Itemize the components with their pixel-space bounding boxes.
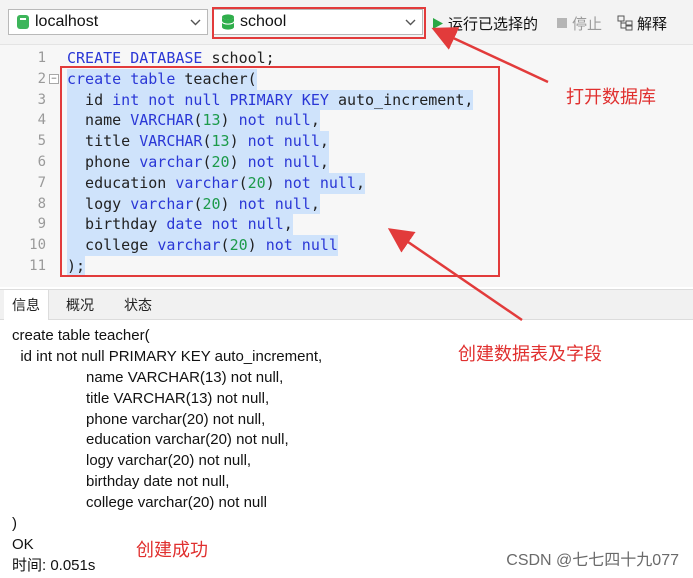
message-line: college varchar(20) not null xyxy=(86,494,267,511)
message-line: education varchar(20) not null, xyxy=(86,431,289,448)
play-icon xyxy=(432,17,444,30)
connection-name: localhost xyxy=(35,13,99,30)
line-number: 1 xyxy=(37,50,46,66)
stop-label: 停止 xyxy=(572,15,603,33)
annotation-open-db: 打开数据库 xyxy=(566,87,656,107)
line-number: 3 xyxy=(37,91,46,108)
stop-button[interactable]: 停止 xyxy=(556,12,602,34)
message-line: phone varchar(20) not null, xyxy=(86,411,266,428)
tab-profile[interactable]: 概况 xyxy=(58,290,102,320)
message-time: 时间: 0.051s xyxy=(12,557,96,574)
code-highlight-box xyxy=(60,66,500,277)
result-tabs: 信息 概况 状态 xyxy=(0,289,693,320)
chevron-down-icon[interactable] xyxy=(186,19,204,26)
fold-icon[interactable]: − xyxy=(49,73,59,84)
line-number: 8 xyxy=(37,195,46,212)
tab-status[interactable]: 状态 xyxy=(116,290,160,320)
line-number: 9 xyxy=(37,216,46,233)
line-number: 10 xyxy=(29,237,46,254)
watermark: CSDN @七七四十九077 xyxy=(506,552,679,569)
message-line: birthday date not null, xyxy=(86,473,230,490)
message-line: id int not null PRIMARY KEY auto_increme… xyxy=(12,348,323,365)
explain-icon xyxy=(617,15,633,31)
line-number: 2 xyxy=(37,70,46,87)
code-token: school; xyxy=(211,49,275,67)
database-highlight-box xyxy=(212,7,426,39)
line-number: 11 xyxy=(29,258,46,274)
message-line: ) xyxy=(12,515,17,532)
code-token: CREATE DATABASE xyxy=(67,49,212,67)
run-selected-label: 运行已选择的 xyxy=(448,15,539,33)
stop-icon xyxy=(556,17,568,29)
line-number: 5 xyxy=(37,133,46,150)
tab-info[interactable]: 信息 xyxy=(4,290,49,320)
annotation-success: 创建成功 xyxy=(136,540,208,560)
message-line: create table teacher( xyxy=(12,327,150,344)
line-number: 6 xyxy=(37,154,46,170)
line-number: 4 xyxy=(37,112,46,129)
run-selected-button[interactable]: 运行已选择的 xyxy=(432,12,538,34)
explain-button[interactable]: 解释 xyxy=(617,12,667,34)
message-line: name VARCHAR(13) not null, xyxy=(86,369,284,386)
explain-label: 解释 xyxy=(637,15,668,33)
line-number: 7 xyxy=(37,174,46,191)
message-status: OK xyxy=(12,536,34,553)
message-line: logy varchar(20) not null, xyxy=(86,452,252,469)
connection-icon xyxy=(13,12,33,32)
connection-select[interactable]: localhost xyxy=(8,9,208,35)
message-line: title VARCHAR(13) not null, xyxy=(86,390,270,407)
annotation-create-table: 创建数据表及字段 xyxy=(458,344,602,364)
